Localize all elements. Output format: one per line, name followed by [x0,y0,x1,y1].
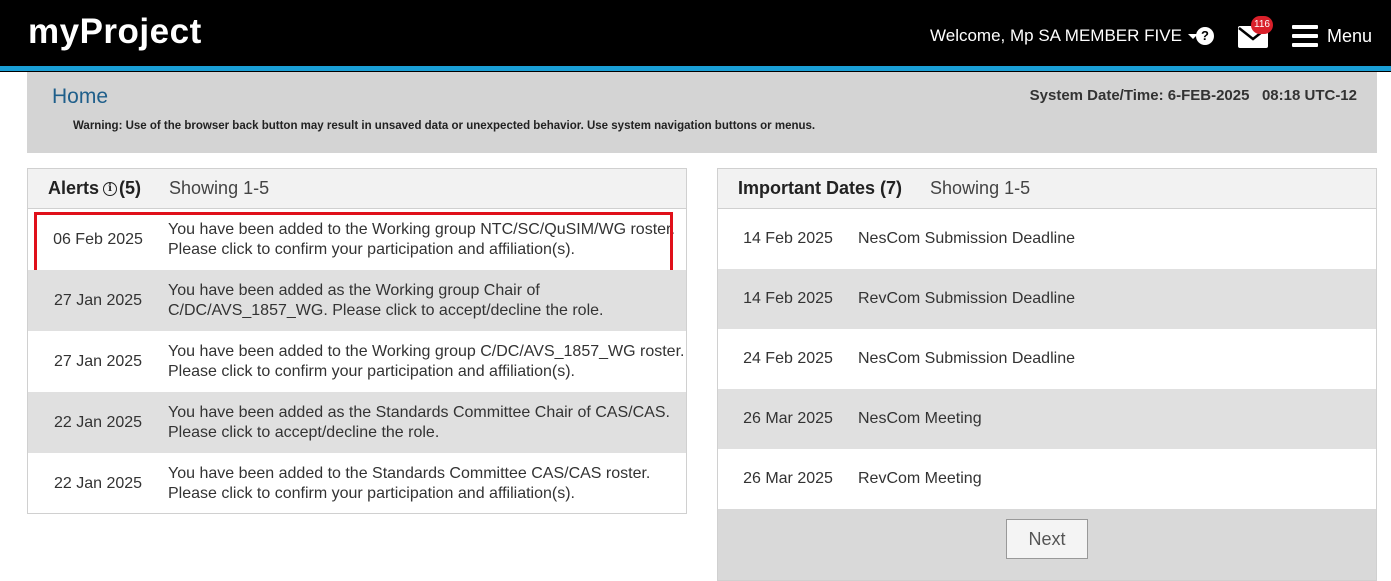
alert-date: 22 Jan 2025 [53,474,143,492]
alerts-header: Alerts i (5) Showing 1-5 [28,169,686,209]
top-navbar: myProject Welcome, Mp SA MEMBER FIVE ? 1… [0,0,1391,72]
alert-message[interactable]: You have been added as the Standards Com… [168,403,686,443]
alert-row[interactable]: 27 Jan 2025 You have been added as the W… [28,270,686,331]
menu-label: Menu [1327,25,1373,46]
event-name: NesCom Meeting [858,410,982,427]
event-date: 14 Feb 2025 [743,290,833,307]
alert-date: 27 Jan 2025 [53,352,143,370]
alert-message[interactable]: You have been added to the Working group… [168,342,686,382]
brand-logo[interactable]: myProject [28,12,202,52]
event-date: 14 Feb 2025 [743,230,833,247]
system-datetime: System Date/Time: 6-FEB-2025 08:18 UTC-1… [1029,87,1357,104]
pagination: Next [718,509,1376,569]
help-icon[interactable]: ? [1196,27,1214,45]
event-name: NesCom Submission Deadline [858,350,1075,367]
important-dates-title: Important Dates (7) [738,178,903,198]
page-banner: Home System Date/Time: 6-FEB-2025 08:18 … [27,72,1377,153]
important-dates-header: Important Dates (7) Showing 1-5 [718,169,1376,209]
navbar-accent-line [0,66,1391,71]
user-menu-dropdown[interactable]: Welcome, Mp SA MEMBER FIVE [930,26,1198,46]
main-menu-button[interactable]: Menu [1292,24,1372,48]
alert-message[interactable]: You have been added to the Standards Com… [168,464,686,504]
event-name: RevCom Meeting [858,470,982,487]
date-row: 26 Mar 2025 RevCom Meeting [718,449,1376,509]
date-row: 26 Mar 2025 NesCom Meeting [718,389,1376,449]
alerts-showing: Showing 1-5 [169,178,270,198]
important-dates-panel: Important Dates (7) Showing 1-5 14 Feb 2… [717,168,1377,581]
mail-count-badge: 116 [1251,16,1273,34]
event-name: RevCom Submission Deadline [858,290,1075,307]
alert-message[interactable]: You have been added to the Working group… [168,220,686,260]
event-name: NesCom Submission Deadline [858,230,1075,247]
info-icon[interactable]: i [103,181,118,196]
alert-row[interactable]: 22 Jan 2025 You have been added as the S… [28,392,686,453]
alert-date: 27 Jan 2025 [53,291,143,309]
date-row: 24 Feb 2025 NesCom Submission Deadline [718,329,1376,389]
welcome-label: Welcome, Mp SA MEMBER FIVE [930,26,1182,45]
alert-date: 06 Feb 2025 [53,230,143,248]
alert-row[interactable]: 27 Jan 2025 You have been added to the W… [28,331,686,392]
next-button[interactable]: Next [1006,519,1088,559]
important-dates-showing: Showing 1-5 [930,178,1031,198]
alert-row[interactable]: 22 Jan 2025 You have been added to the S… [28,453,686,514]
date-row: 14 Feb 2025 NesCom Submission Deadline [718,209,1376,269]
event-date: 24 Feb 2025 [743,350,833,367]
date-row: 14 Feb 2025 RevCom Submission Deadline [718,269,1376,329]
event-date: 26 Mar 2025 [743,470,833,487]
alerts-count: (5) [119,178,142,198]
alert-row[interactable]: 06 Feb 2025 You have been added to the W… [28,209,686,274]
warning-text: Warning: Use of the browser back button … [73,120,816,132]
alert-message[interactable]: You have been added as the Working group… [168,281,686,321]
alerts-panel: Alerts i (5) Showing 1-5 06 Feb 2025 You… [27,168,687,514]
page-title-home[interactable]: Home [52,85,108,109]
hamburger-icon [1292,25,1318,47]
event-date: 26 Mar 2025 [743,410,833,427]
alerts-title: Alerts [48,178,100,198]
alert-date: 22 Jan 2025 [53,413,143,431]
